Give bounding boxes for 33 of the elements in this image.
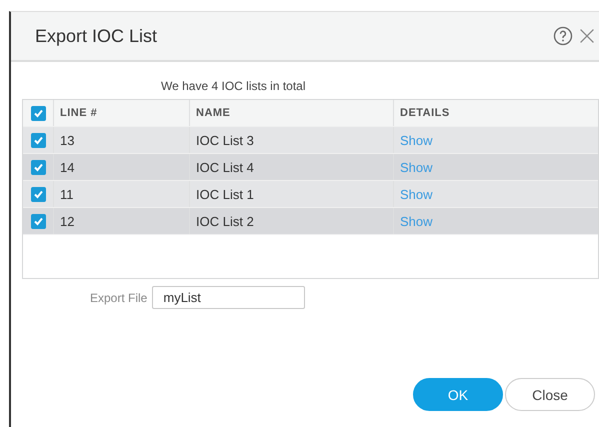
show-link[interactable]: Show [400, 186, 433, 202]
column-header: DETAILS [400, 107, 450, 119]
checkbox[interactable] [30, 106, 46, 120]
checkbox[interactable] [30, 186, 46, 202]
column-header: NAME [196, 107, 230, 119]
show-link[interactable]: Show [400, 214, 433, 228]
table-cell: 12 [60, 214, 74, 228]
checkbox[interactable] [30, 214, 46, 228]
show-link[interactable]: Show [400, 132, 433, 148]
dialog-title: Export IOC List [35, 26, 158, 46]
show-link[interactable]: Show [400, 160, 433, 174]
check-icon [32, 216, 44, 226]
table-cell: IOC List 4 [196, 160, 254, 174]
check-icon [32, 108, 44, 118]
column-header: LINE # [60, 107, 98, 119]
table-cell: 13 [60, 132, 74, 148]
checkbox[interactable] [30, 160, 46, 174]
close-icon[interactable] [579, 28, 595, 44]
check-icon [32, 162, 44, 172]
table-cell: 14 [60, 160, 74, 174]
check-icon [32, 134, 44, 146]
table-cell: IOC List 1 [196, 186, 254, 202]
summary-text: We have 4 IOC lists in total [161, 79, 307, 95]
table-cell: 11 [60, 186, 74, 202]
table-cell: IOC List 2 [196, 214, 254, 228]
table-cell: IOC List 3 [196, 132, 254, 148]
help-icon[interactable] [553, 26, 573, 46]
check-icon [32, 188, 44, 200]
field-label: Export File [90, 290, 148, 304]
close-button[interactable]: Close [505, 378, 595, 411]
ok-button[interactable]: OK [413, 378, 503, 411]
checkbox[interactable] [30, 132, 46, 148]
export-file-field[interactable]: myList [152, 286, 306, 309]
